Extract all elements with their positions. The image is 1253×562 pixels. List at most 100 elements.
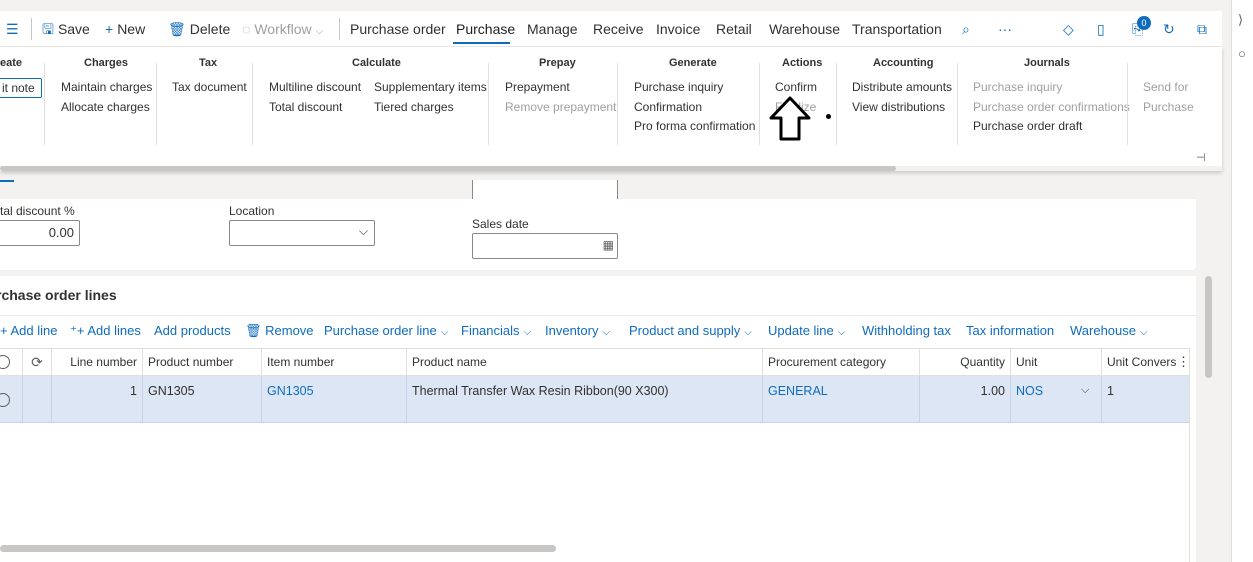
select-all-checkbox[interactable]: [0, 355, 10, 369]
ribbon-divider: [836, 63, 837, 145]
new-button[interactable]: + New: [105, 11, 145, 47]
update-line-label: Update line: [768, 323, 834, 338]
ribbon-scrollbar[interactable]: [0, 166, 896, 171]
cell-line-number[interactable]: 1: [51, 376, 142, 422]
tiered-charges-button[interactable]: Tiered charges: [374, 100, 454, 114]
supplementary-items-button[interactable]: Supplementary items: [374, 80, 487, 94]
ribbon-divider: [488, 63, 489, 145]
journal-purchase-inquiry-button[interactable]: Purchase inquiry: [973, 80, 1062, 94]
generate-purchase-inquiry-button[interactable]: Purchase inquiry: [634, 80, 723, 94]
section-divider: [0, 315, 1196, 316]
tab-transportation[interactable]: Transportation: [852, 11, 942, 47]
journal-po-draft-button[interactable]: Purchase order draft: [973, 119, 1082, 133]
pin-icon[interactable]: ⊣: [1196, 151, 1206, 164]
more-options-icon[interactable]: ···: [998, 11, 1012, 47]
group-title-create: eate: [0, 57, 23, 69]
column-header-procurement-category[interactable]: Procurement category: [762, 349, 919, 376]
open-new-window-icon[interactable]: ⧉: [1197, 11, 1207, 47]
page-vertical-scrollbar[interactable]: [1205, 276, 1212, 378]
ribbon-divider: [44, 63, 45, 145]
add-products-button[interactable]: Add products: [154, 323, 231, 338]
cell-product-name[interactable]: Thermal Transfer Wax Resin Ribbon(90 X30…: [406, 376, 762, 422]
tab-purchase-order[interactable]: Purchase order: [350, 11, 446, 47]
location-field[interactable]: ⌵: [229, 220, 375, 246]
column-header-item-number[interactable]: Item number: [261, 349, 406, 376]
action-pane: ☰ 🖫 Save + New 🗑 Delete ◌ Workflow ⌵ Purchase…: [0, 11, 1222, 47]
column-header-product-number[interactable]: Product number: [142, 349, 261, 376]
group-title-accounting: Accounting: [873, 57, 934, 69]
add-line-button[interactable]: + Add line: [0, 323, 57, 338]
power-apps-icon[interactable]: ◇: [1063, 11, 1074, 47]
inventory-menu[interactable]: Inventory ⌵: [545, 323, 610, 338]
refresh-icon[interactable]: ↻: [1163, 11, 1175, 47]
grid-horizontal-scrollbar[interactable]: [0, 545, 556, 552]
inventory-label: Inventory: [545, 323, 599, 338]
tab-retail[interactable]: Retail: [716, 11, 752, 47]
office-icon[interactable]: ▯: [1097, 11, 1105, 47]
credit-note-button[interactable]: it note: [0, 78, 42, 98]
hamburger-menu-icon[interactable]: ☰: [6, 11, 23, 47]
sales-date-field[interactable]: ▦: [472, 233, 618, 259]
cell-unit[interactable]: NOS ⌵: [1010, 376, 1101, 422]
save-button[interactable]: 🖫 Save: [42, 11, 90, 47]
chevron-down-icon: ⌵: [602, 327, 611, 338]
ribbon-divider: [1127, 63, 1128, 145]
calendar-icon[interactable]: ▦: [603, 238, 614, 252]
confirm-button[interactable]: Confirm: [775, 80, 817, 94]
withholding-tax-button[interactable]: Withholding tax: [862, 323, 951, 338]
search-circle-icon[interactable]: ○: [1238, 46, 1246, 61]
column-header-quantity[interactable]: Quantity: [919, 349, 1010, 376]
lines-section-title[interactable]: rchase order lines: [0, 287, 117, 303]
column-header-unit[interactable]: Unit: [1010, 349, 1101, 376]
cell-unit-conversion[interactable]: 1: [1101, 376, 1189, 422]
update-line-menu[interactable]: Update line ⌵: [768, 323, 845, 338]
multiline-discount-button[interactable]: Multiline discount: [269, 80, 361, 94]
row-select-checkbox[interactable]: [0, 393, 10, 407]
distribute-amounts-button[interactable]: Distribute amounts: [852, 80, 952, 94]
pro-forma-confirmation-button[interactable]: Pro forma confirmation: [634, 119, 755, 133]
cell-product-number[interactable]: GN1305: [142, 376, 261, 422]
total-discount-button[interactable]: Total discount: [269, 100, 342, 114]
filter-icon[interactable]: ⟩: [1238, 12, 1243, 28]
view-distributions-button[interactable]: View distributions: [852, 100, 945, 114]
row-status-cell: [22, 376, 51, 422]
delete-button[interactable]: 🗑 Delete: [168, 11, 230, 47]
workflow-button[interactable]: ◌ Workflow ⌵: [242, 11, 323, 47]
column-header-product-name[interactable]: Product name: [406, 349, 762, 376]
send-purchase-button[interactable]: Purchase: [1143, 100, 1194, 114]
tab-warehouse[interactable]: Warehouse: [769, 11, 840, 47]
delete-label: Delete: [189, 21, 231, 37]
cell-item-number-link[interactable]: GN1305: [261, 376, 406, 422]
table-row[interactable]: 1 GN1305 GN1305 Thermal Transfer Wax Res…: [0, 376, 1189, 423]
remove-button[interactable]: 🗑 Remove: [245, 323, 314, 339]
chevron-down-icon: ⌵: [837, 327, 846, 338]
column-header-unit-conversion[interactable]: Unit Conversic: [1101, 349, 1177, 376]
maintain-charges-button[interactable]: Maintain charges: [61, 80, 152, 94]
tax-information-button[interactable]: Tax information: [966, 323, 1054, 338]
chevron-down-icon: ⌵: [1140, 327, 1148, 338]
cell-quantity[interactable]: 1.00: [919, 376, 1010, 422]
generate-confirmation-button[interactable]: Confirmation: [634, 100, 702, 114]
tab-invoice[interactable]: Invoice: [656, 11, 700, 47]
send-for-button[interactable]: Send for: [1143, 80, 1188, 94]
total-discount-field[interactable]: 0.00: [0, 220, 80, 246]
column-header-line-number[interactable]: Line number: [51, 349, 142, 376]
add-lines-button[interactable]: ⁺+ Add lines: [70, 323, 141, 339]
financials-menu[interactable]: Financials ⌵: [461, 323, 531, 338]
product-and-supply-menu[interactable]: Product and supply ⌵: [629, 323, 752, 338]
warehouse-menu[interactable]: Warehouse ⌵: [1070, 323, 1148, 338]
active-tab-indicator: [453, 42, 510, 44]
cell-procurement-category-link[interactable]: GENERAL: [762, 376, 919, 422]
journal-po-confirmations-button[interactable]: Purchase order confirmations: [973, 100, 1130, 114]
tax-document-button[interactable]: Tax document: [172, 80, 247, 94]
tab-manage[interactable]: Manage: [527, 11, 578, 47]
financials-label: Financials: [461, 323, 520, 338]
allocate-charges-button[interactable]: Allocate charges: [61, 100, 150, 114]
refresh-icon[interactable]: ⟳: [22, 349, 51, 376]
remove-prepayment-button[interactable]: Remove prepayment: [505, 100, 616, 114]
search-icon[interactable]: ⌕: [962, 11, 970, 47]
purchase-order-line-menu[interactable]: Purchase order line ⌵: [324, 323, 448, 338]
tab-receive[interactable]: Receive: [593, 11, 644, 47]
chevron-down-icon[interactable]: ⌵: [1081, 384, 1089, 397]
prepayment-button[interactable]: Prepayment: [505, 80, 570, 94]
